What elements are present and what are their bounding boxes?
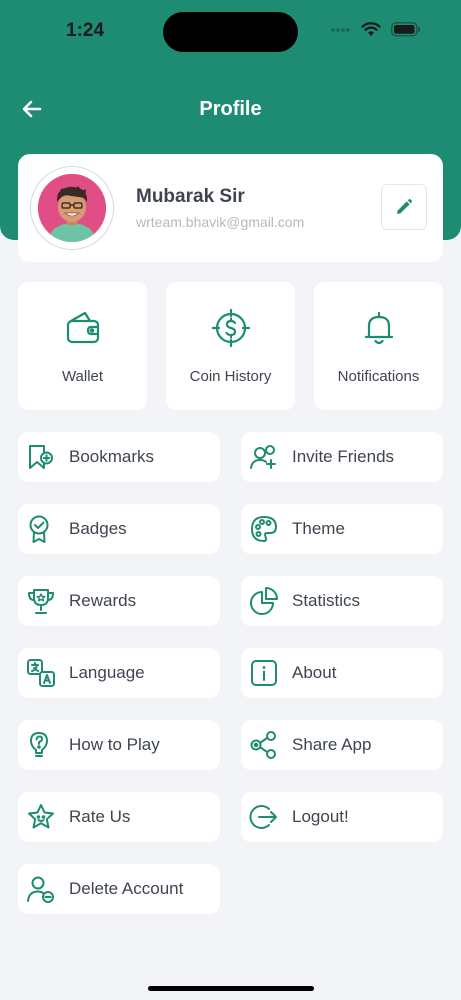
home-indicator[interactable] bbox=[148, 986, 314, 991]
menu-item-share-app[interactable]: Share App bbox=[241, 720, 443, 770]
notifications-label: Notifications bbox=[337, 368, 420, 385]
delete-account-icon bbox=[26, 874, 56, 904]
share-app-label: Share App bbox=[292, 735, 372, 754]
wallet-label: Wallet bbox=[61, 368, 104, 385]
invite-friends-icon bbox=[249, 442, 279, 472]
menu-item-theme[interactable]: Theme bbox=[241, 504, 443, 554]
avatar[interactable] bbox=[38, 174, 106, 242]
about-label: About bbox=[292, 663, 337, 682]
bookmark-icon bbox=[26, 442, 56, 472]
coin-history-label: Coin History bbox=[189, 368, 272, 385]
how-to-play-label: How to Play bbox=[69, 735, 160, 754]
share-icon bbox=[249, 730, 279, 760]
logout-label: Logout! bbox=[292, 807, 349, 826]
logout-icon bbox=[249, 802, 279, 832]
avatar-frame bbox=[30, 166, 114, 250]
coin-history-icon bbox=[209, 306, 253, 350]
trophy-icon bbox=[26, 586, 56, 616]
edit-profile-button[interactable] bbox=[381, 184, 427, 230]
wallet-icon bbox=[61, 306, 105, 350]
rate-us-label: Rate Us bbox=[69, 807, 131, 826]
bell-icon bbox=[357, 306, 401, 350]
menu-item-about[interactable]: About bbox=[241, 648, 443, 698]
menu-item-delete-account[interactable]: Delete Account bbox=[18, 864, 220, 914]
signal-icon bbox=[331, 24, 351, 36]
lightbulb-icon bbox=[26, 730, 56, 760]
notifications-tile[interactable]: Notifications bbox=[314, 282, 443, 410]
menu-item-invite-friends[interactable]: Invite Friends bbox=[241, 432, 443, 482]
theme-label: Theme bbox=[292, 519, 345, 538]
status-time: 1:24 bbox=[66, 20, 105, 41]
language-label: Language bbox=[69, 663, 145, 682]
profile-name: Mubarak Sir bbox=[136, 186, 245, 207]
rewards-label: Rewards bbox=[69, 591, 137, 610]
menu-item-rate-us[interactable]: Rate Us bbox=[18, 792, 220, 842]
pencil-icon bbox=[397, 198, 413, 214]
wallet-tile[interactable]: Wallet bbox=[18, 282, 147, 410]
star-icon bbox=[26, 802, 56, 832]
wifi-icon bbox=[361, 22, 381, 37]
language-icon bbox=[26, 658, 56, 688]
menu-item-bookmarks[interactable]: Bookmarks bbox=[18, 432, 220, 482]
invite-friends-label: Invite Friends bbox=[292, 447, 395, 466]
coin-history-tile[interactable]: Coin History bbox=[166, 282, 295, 410]
menu-item-statistics[interactable]: Statistics bbox=[241, 576, 443, 626]
dynamic-island bbox=[163, 12, 298, 52]
bookmarks-label: Bookmarks bbox=[69, 447, 155, 466]
menu-item-language[interactable]: Language bbox=[18, 648, 220, 698]
palette-icon bbox=[249, 514, 279, 544]
pie-chart-icon bbox=[249, 586, 279, 616]
battery-icon bbox=[391, 22, 421, 37]
page-title: Profile bbox=[199, 98, 262, 120]
menu-item-how-to-play[interactable]: How to Play bbox=[18, 720, 220, 770]
menu-item-logout[interactable]: Logout! bbox=[241, 792, 443, 842]
profile-email: wrteam.bhavik@gmail.com bbox=[136, 214, 305, 230]
info-icon bbox=[249, 658, 279, 688]
menu-item-badges[interactable]: Badges bbox=[18, 504, 220, 554]
statistics-label: Statistics bbox=[292, 591, 361, 610]
badges-label: Badges bbox=[69, 519, 127, 538]
delete-account-label: Delete Account bbox=[69, 879, 184, 898]
badge-icon bbox=[26, 514, 56, 544]
status-icons bbox=[331, 22, 421, 37]
menu-item-rewards[interactable]: Rewards bbox=[18, 576, 220, 626]
profile-card: Mubarak Sir wrteam.bhavik@gmail.com bbox=[18, 154, 443, 262]
status-bar: 1:24 bbox=[0, 0, 461, 62]
